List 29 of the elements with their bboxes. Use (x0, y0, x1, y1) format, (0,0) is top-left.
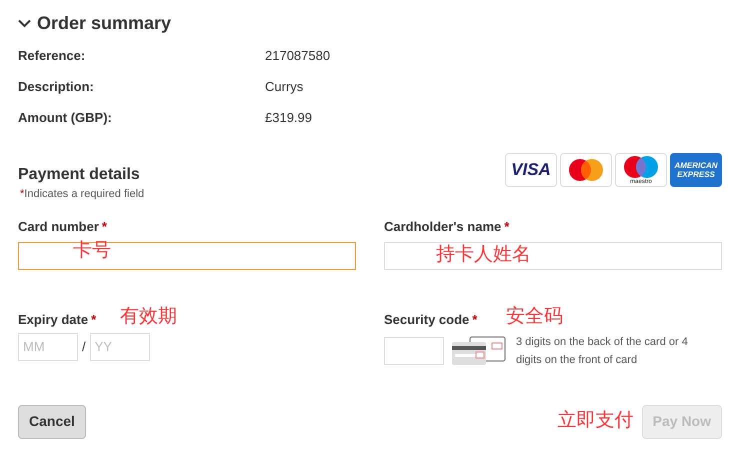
input-field[interactable] (18, 242, 356, 270)
hint-text: 3 digits on the back of the card or 4 digits on the front of card (516, 334, 689, 368)
annotation-text: 持卡人姓名 (436, 244, 531, 264)
field-label: Expiry date * (18, 312, 96, 328)
field-label: Reference: (18, 47, 86, 65)
amex-logo: AMERICAN EXPRESS (670, 153, 722, 187)
cancel-button[interactable]: Cancel (18, 404, 86, 438)
date-separator: / (82, 338, 86, 356)
required-note: *Indicates a required field (20, 187, 144, 202)
annotation-text: 卡号 (73, 240, 111, 260)
field-value: Currys (265, 78, 304, 96)
card-back-icon (452, 336, 506, 366)
field-value: 217087580 (265, 47, 330, 65)
mastercard-logo (560, 153, 612, 187)
field-label: Description: (18, 78, 95, 96)
field-label: Cardholder's name * (384, 218, 510, 234)
field-label: Card number * (18, 218, 107, 234)
field-label: Security code * (384, 312, 478, 328)
visa-logo: VISA (505, 153, 557, 187)
section-title: Payment details (18, 166, 141, 184)
annotation-text: 安全码 (506, 306, 563, 326)
month-field[interactable]: MM (18, 332, 78, 360)
chevron-icon[interactable] (18, 19, 31, 28)
annotation-text: 立即支付 (558, 409, 634, 434)
annotation-text: 有效期 (120, 306, 177, 326)
field-value: £319.99 (265, 109, 312, 127)
year-field[interactable]: YY (90, 332, 150, 360)
section-title: Order summary (37, 12, 172, 35)
field-label: Amount (GBP): (18, 109, 113, 127)
